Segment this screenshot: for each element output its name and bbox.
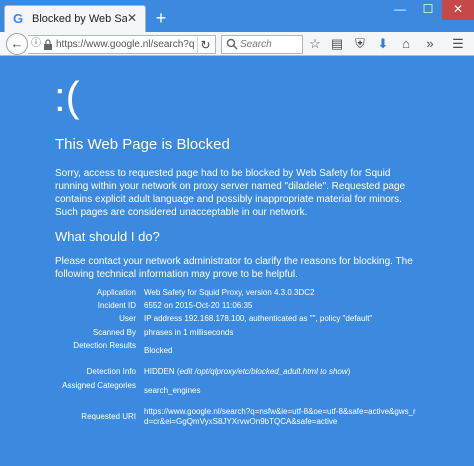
what-should-i-do-heading: What should I do? xyxy=(55,229,160,244)
lock-icon xyxy=(44,39,52,50)
back-arrow-icon: ← xyxy=(10,36,24,51)
detail-key: Application xyxy=(96,288,136,297)
page-title: This Web Page is Blocked xyxy=(55,136,230,153)
google-favicon-icon: G xyxy=(13,11,24,26)
maximize-button[interactable]: ☐ xyxy=(414,0,442,20)
detail-value: HIDDEN (edit /opt/qlproxy/etc/blocked_ad… xyxy=(144,367,351,376)
menu-icon[interactable]: ☰ xyxy=(450,36,466,52)
url-bar[interactable]: ⓘ https://www.google.nl/search?q=nsfw& ↻ xyxy=(28,35,216,54)
sad-face: :( xyxy=(54,73,80,120)
star-icon[interactable]: ☆ xyxy=(307,36,323,52)
detail-value: https://www.google.nl/search?q=nsfw&ie=u… xyxy=(144,407,416,426)
info-icon[interactable]: ⓘ xyxy=(31,38,43,50)
new-tab-button[interactable]: + xyxy=(151,9,171,29)
blocked-page-content: :( This Web Page is Blocked Sorry, acces… xyxy=(0,57,474,466)
back-button[interactable]: ← xyxy=(6,33,28,55)
clipboard-icon[interactable]: ▤ xyxy=(329,36,345,52)
tab-blocked-page[interactable]: G Blocked by Web Safety fo... ✕ xyxy=(4,5,146,32)
search-placeholder: Search xyxy=(240,39,272,50)
overflow-icon[interactable]: » xyxy=(422,36,438,52)
detail-key: User xyxy=(119,314,136,323)
detail-value: search_engines xyxy=(144,386,201,395)
tab-title: Blocked by Web Safety fo... xyxy=(32,13,127,25)
close-window-button[interactable]: ✕ xyxy=(442,0,474,20)
detail-value: phrases in 1 milliseconds xyxy=(144,328,234,337)
navigation-toolbar: ← ⓘ https://www.google.nl/search?q=nsfw&… xyxy=(0,32,474,56)
intro-paragraph: Sorry, access to requested page had to b… xyxy=(55,168,406,218)
instructions-paragraph: Please contact your network administrato… xyxy=(55,256,413,280)
detail-key: Detection Results xyxy=(73,341,136,350)
detail-value: Web Safety for Squid Proxy, version 4.3.… xyxy=(144,288,315,297)
detail-key: Requested URI xyxy=(81,412,136,421)
url-text[interactable]: https://www.google.nl/search?q=nsfw& xyxy=(56,39,194,50)
detail-value: IP address 192.168.178.100, authenticate… xyxy=(144,314,373,323)
minimize-button[interactable]: — xyxy=(386,0,414,20)
detail-value: 6552 on 2015-Oct-20 11:06:35 xyxy=(144,301,253,310)
browser-window: G Blocked by Web Safety fo... ✕ + — ☐ ✕ … xyxy=(0,0,474,466)
download-icon[interactable]: ⬇ xyxy=(375,36,391,52)
detail-key: Scanned By xyxy=(92,328,136,337)
search-icon xyxy=(226,38,238,50)
shield-icon[interactable]: ⛨ xyxy=(352,36,368,52)
reload-icon[interactable]: ↻ xyxy=(197,37,213,53)
detail-key: Incident ID xyxy=(97,301,136,310)
detail-value: Blocked xyxy=(144,346,173,355)
tab-close-icon[interactable]: ✕ xyxy=(125,11,139,25)
detail-key: Assigned Categories xyxy=(62,381,136,390)
search-bar[interactable]: Search xyxy=(221,35,303,54)
home-icon[interactable]: ⌂ xyxy=(398,36,414,52)
tab-bar: G Blocked by Web Safety fo... ✕ + — ☐ ✕ xyxy=(0,0,474,32)
detail-key: Detection Info xyxy=(86,367,136,376)
